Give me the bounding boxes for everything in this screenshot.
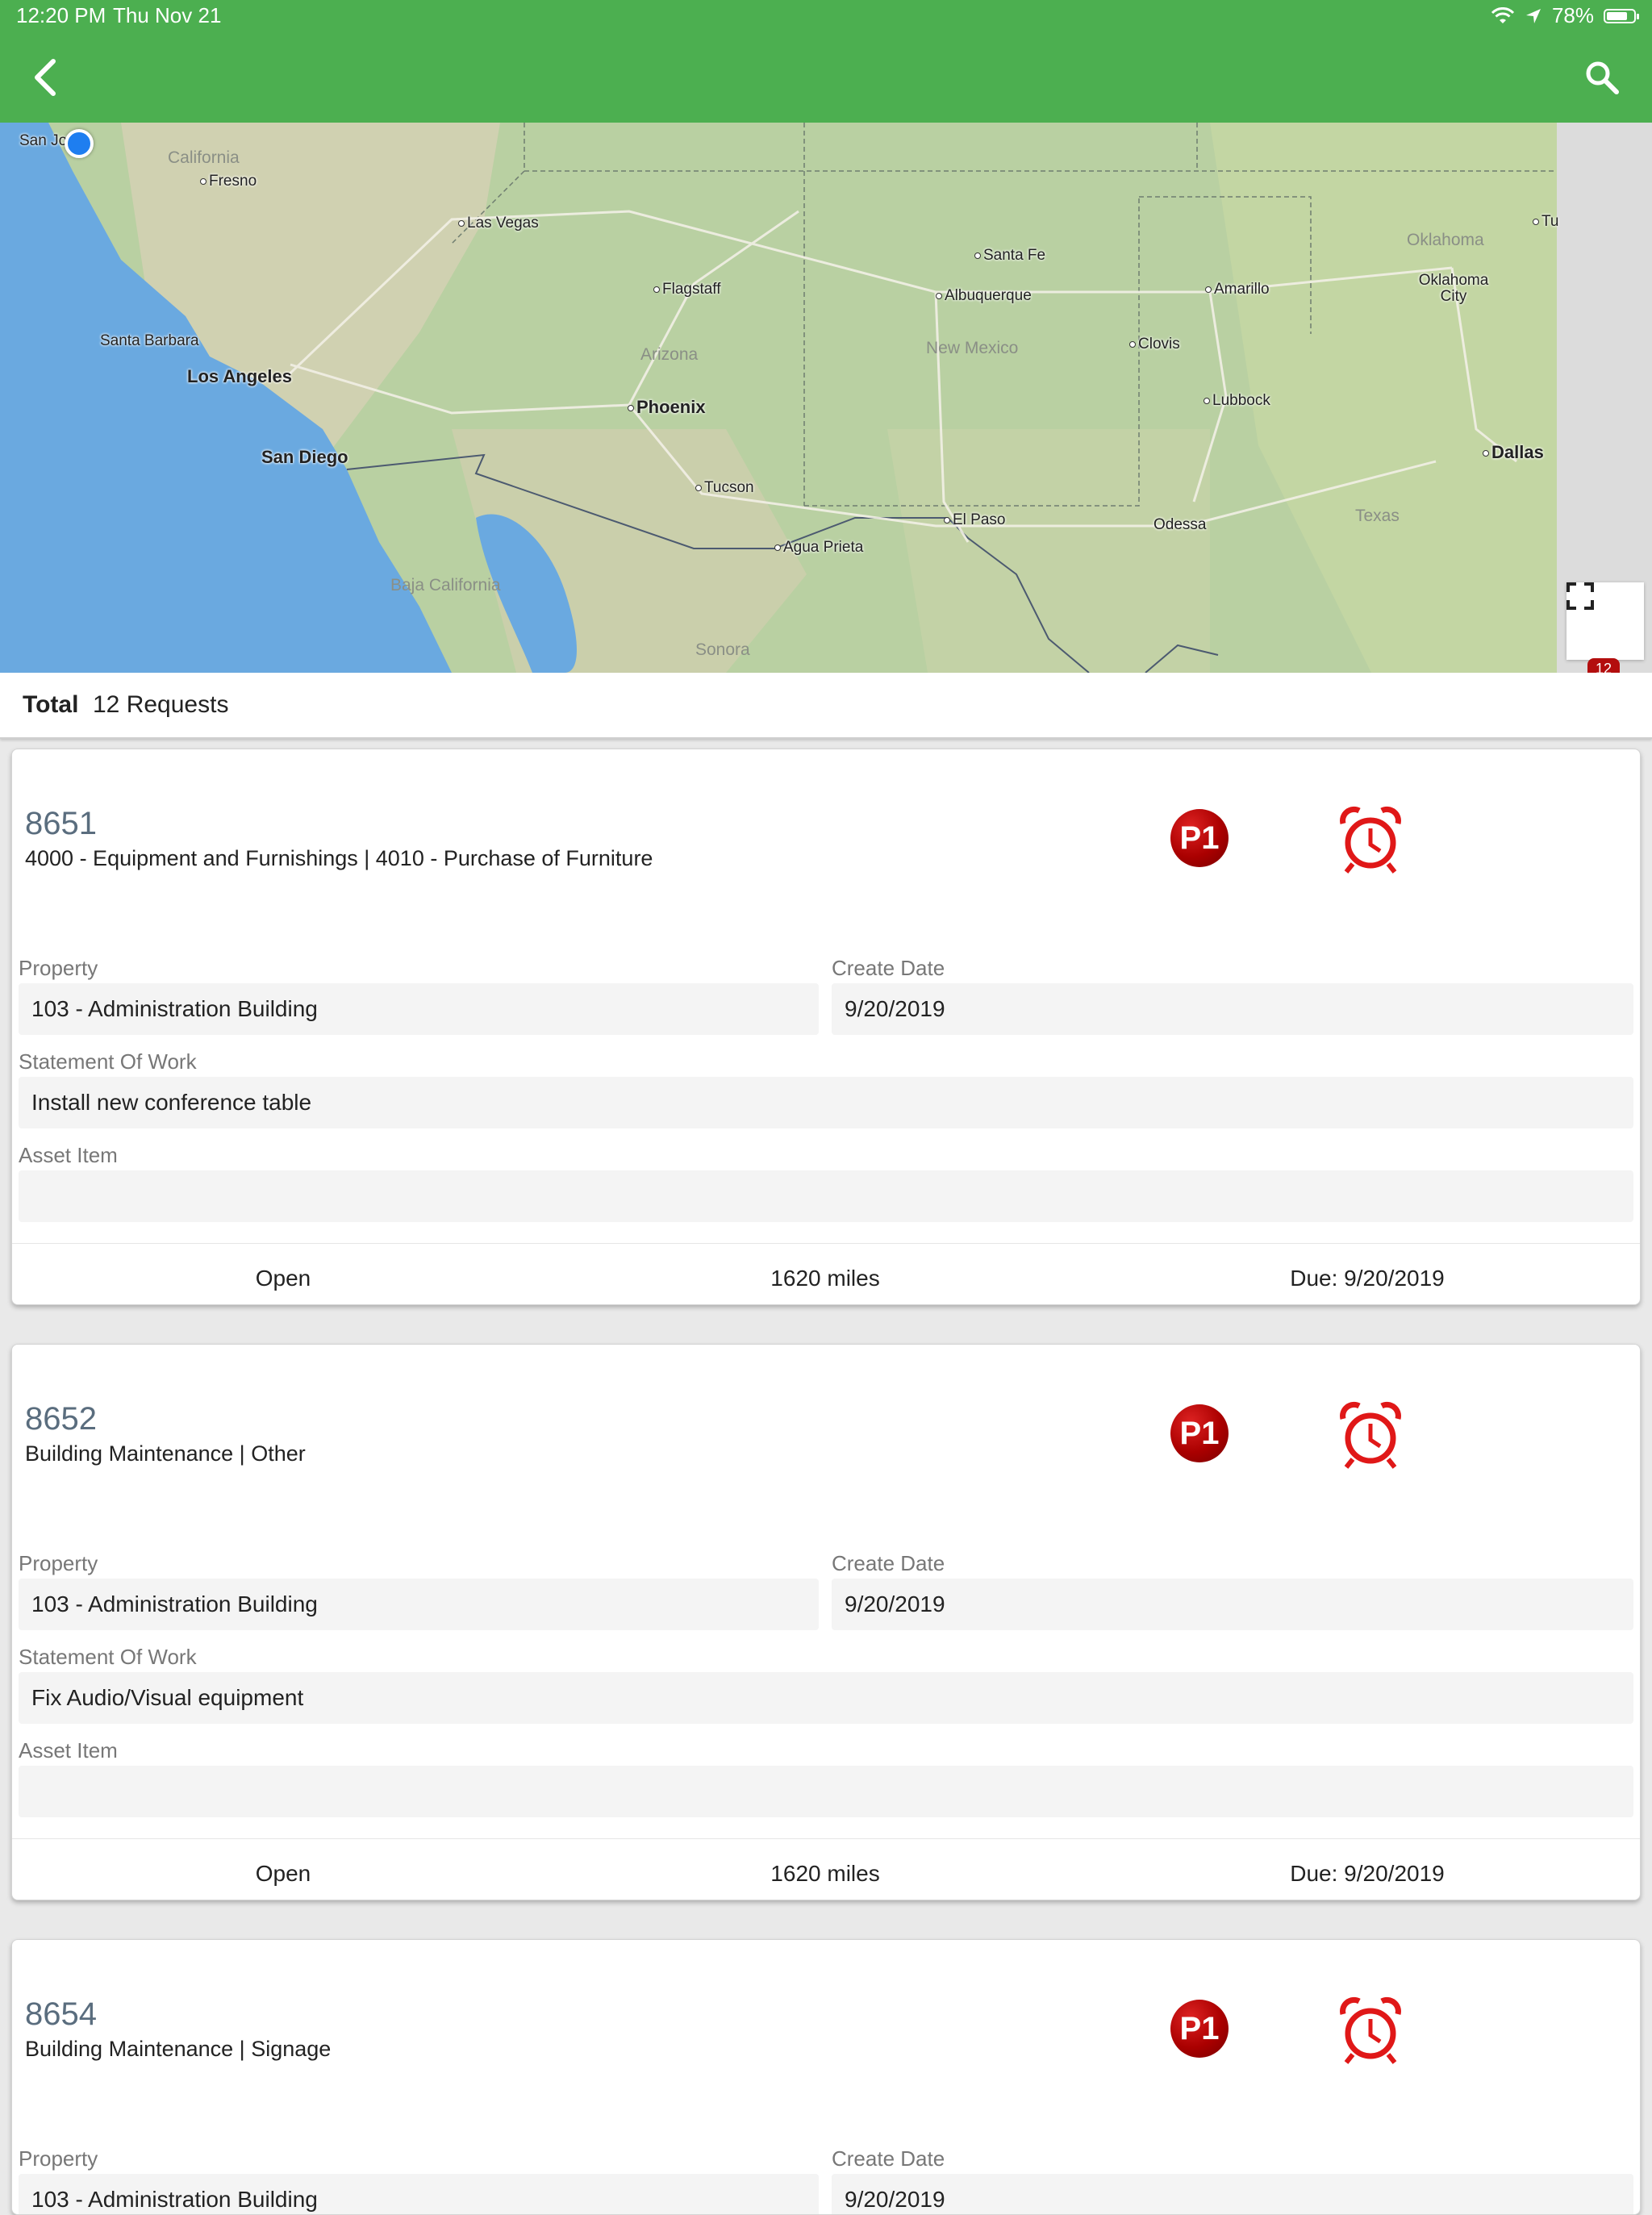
distance-text: 1620 miles xyxy=(770,1266,880,1291)
request-card[interactable]: 8651 4000 - Equipment and Furnishings | … xyxy=(11,749,1641,1305)
map-label: Clovis xyxy=(1129,336,1180,353)
request-category: Building Maintenance | Signage xyxy=(25,2037,332,2061)
card-divider xyxy=(12,1243,1640,1244)
status-text: Open xyxy=(255,1266,311,1291)
map-label: Arizona xyxy=(640,345,699,364)
back-button[interactable] xyxy=(29,56,61,98)
due-date-text: Due: 9/20/2019 xyxy=(1290,1861,1445,1886)
map-label: Tucson xyxy=(695,479,754,497)
map-label: San Diego xyxy=(261,447,348,467)
request-card[interactable]: 8654 Building Maintenance | Signage P1 P… xyxy=(11,1939,1641,2215)
search-icon xyxy=(1586,61,1619,94)
map-terrain xyxy=(0,123,1652,673)
request-id: 8654 xyxy=(25,1996,97,2032)
app-header: 12:20 PM Thu Nov 21 78% xyxy=(0,0,1652,123)
total-bar: Total 12 Requests xyxy=(0,673,1652,739)
property-field: 103 - Administration Building xyxy=(19,2174,819,2214)
map-label: Amarillo xyxy=(1205,281,1270,298)
request-category: 4000 - Equipment and Furnishings | 4010 … xyxy=(25,846,653,870)
due-date-text: Due: 9/20/2019 xyxy=(1290,1266,1445,1291)
map-label: New Mexico xyxy=(926,339,1019,357)
status-text: Open xyxy=(255,1861,311,1886)
total-label: Total xyxy=(23,691,79,718)
statement-of-work-field: Install new conference table xyxy=(19,1077,1633,1128)
priority-badge[interactable]: P1 xyxy=(1170,1404,1229,1462)
search-button[interactable] xyxy=(1584,60,1620,95)
statement-of-work-field: Fix Audio/Visual equipment xyxy=(19,1672,1633,1724)
map-view[interactable]: San Jo California Fresno Las Vegas Santa… xyxy=(0,123,1652,673)
request-category: Building Maintenance | Other xyxy=(25,1441,306,1466)
property-field: 103 - Administration Building xyxy=(19,1579,819,1630)
map-label: California xyxy=(168,148,240,167)
priority-badge[interactable]: P1 xyxy=(1170,2000,1229,2058)
map-cluster-marker[interactable]: 12 xyxy=(1587,658,1620,673)
create-date-field: 9/20/2019 xyxy=(832,983,1633,1035)
statement-of-work-label: Statement Of Work xyxy=(19,1049,197,1074)
battery-percent: 78% xyxy=(1551,3,1594,27)
location-arrow-icon xyxy=(1525,8,1541,23)
map-label: Albuquerque xyxy=(936,287,1032,305)
map-label: San Jo xyxy=(19,132,68,149)
current-location-icon xyxy=(65,129,94,158)
request-id: 8651 xyxy=(25,806,97,841)
map-label: Dallas xyxy=(1483,442,1544,463)
asset-item-field xyxy=(19,1170,1633,1222)
property-label: Property xyxy=(19,2146,98,2171)
map-label: Lubbock xyxy=(1204,392,1270,410)
create-date-field: 9/20/2019 xyxy=(832,2174,1633,2214)
property-label: Property xyxy=(19,1551,98,1575)
map-label: Oklahoma xyxy=(1407,231,1484,249)
asset-item-label: Asset Item xyxy=(19,1143,118,1167)
status-time: 12:20 PM xyxy=(16,3,106,27)
map-label: Phoenix xyxy=(628,397,706,418)
fullscreen-button[interactable] xyxy=(1566,582,1644,660)
map-label: Oklahoma City xyxy=(1418,272,1489,305)
battery-icon xyxy=(1604,8,1639,23)
map-label: Sonora xyxy=(695,640,750,659)
distance-text: 1620 miles xyxy=(770,1861,880,1886)
wifi-icon xyxy=(1491,6,1515,23)
status-right: 78% xyxy=(1491,3,1639,28)
property-label: Property xyxy=(19,956,98,980)
status-bar: 12:20 PM Thu Nov 21 78% xyxy=(0,0,1652,32)
property-field: 103 - Administration Building xyxy=(19,983,819,1035)
alarm-clock-icon[interactable] xyxy=(1338,806,1403,874)
card-divider xyxy=(12,1838,1640,1839)
create-date-label: Create Date xyxy=(832,2146,945,2171)
map-label: El Paso xyxy=(944,511,1005,529)
map-label: Tu xyxy=(1533,213,1558,231)
map-label: Santa Barbara xyxy=(100,332,199,349)
asset-item-label: Asset Item xyxy=(19,1738,118,1762)
chevron-left-icon xyxy=(35,59,56,96)
alarm-clock-icon[interactable] xyxy=(1338,1996,1403,2064)
request-card[interactable]: 8652 Building Maintenance | Other P1 Pro… xyxy=(11,1344,1641,1900)
status-date: Thu Nov 21 xyxy=(113,3,222,27)
statement-of-work-label: Statement Of Work xyxy=(19,1645,197,1669)
alarm-clock-icon[interactable] xyxy=(1338,1401,1403,1469)
create-date-label: Create Date xyxy=(832,956,945,980)
map-label: Las Vegas xyxy=(458,215,539,232)
map-label: Odessa xyxy=(1153,516,1207,533)
map-label: Texas xyxy=(1355,507,1400,525)
request-id: 8652 xyxy=(25,1401,97,1437)
map-label: Los Angeles xyxy=(187,366,292,386)
create-date-field: 9/20/2019 xyxy=(832,1579,1633,1630)
map-label: Santa Fe xyxy=(974,247,1045,265)
create-date-label: Create Date xyxy=(832,1551,945,1575)
map-label: Fresno xyxy=(200,173,257,190)
map-label: Flagstaff xyxy=(653,281,721,298)
map-label: Agua Prieta xyxy=(774,539,863,557)
asset-item-field xyxy=(19,1766,1633,1817)
priority-badge[interactable]: P1 xyxy=(1170,809,1229,867)
map-label: Baja California xyxy=(390,576,501,594)
expand-icon xyxy=(1566,582,1594,610)
total-value: 12 Requests xyxy=(93,691,229,718)
